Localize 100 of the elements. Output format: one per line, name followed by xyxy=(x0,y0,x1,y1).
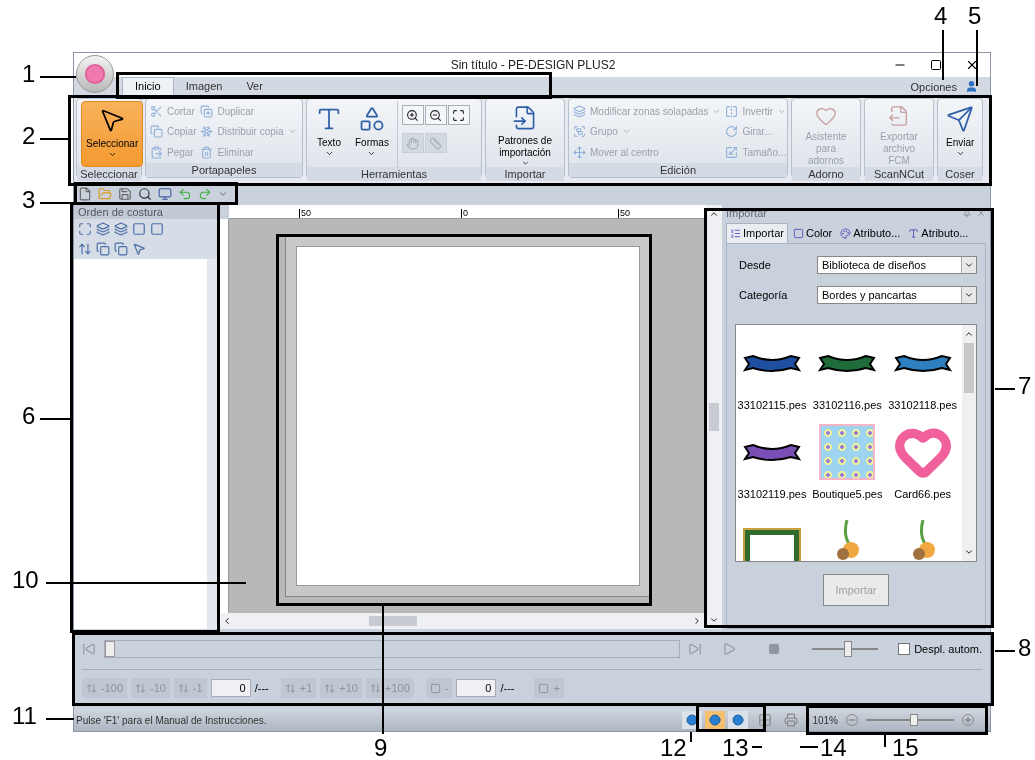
caret-icon xyxy=(107,150,117,159)
first-stitch-icon[interactable] xyxy=(82,642,96,656)
callout-number: 6 xyxy=(22,402,36,430)
panel-title: Orden de costura xyxy=(78,206,163,218)
stop-icon[interactable] xyxy=(768,643,781,655)
printer-icon[interactable] xyxy=(784,713,799,727)
scroll-right-icon[interactable] xyxy=(692,616,702,626)
tool-button[interactable] xyxy=(424,105,447,125)
options-button[interactable]: Opciones xyxy=(902,78,965,95)
grid-icon[interactable] xyxy=(758,713,773,727)
callout-number: 11 xyxy=(12,702,37,730)
scroll-down-icon[interactable] xyxy=(709,615,719,625)
file-name: Boutique5.pes xyxy=(812,486,883,502)
screen-icon[interactable] xyxy=(158,187,172,201)
maximize-icon[interactable] xyxy=(930,59,942,71)
toolbar-icon[interactable] xyxy=(114,222,128,236)
scroll-thumb[interactable] xyxy=(709,403,719,431)
ribbon-button[interactable]: Texto xyxy=(311,101,347,167)
panel-tab[interactable]: Atributo... xyxy=(905,223,972,243)
close-icon[interactable] xyxy=(976,208,986,218)
group-icon xyxy=(573,125,586,139)
scroll-up-icon[interactable] xyxy=(709,209,719,219)
speed-thumb[interactable] xyxy=(844,641,853,657)
scroll-up-icon[interactable] xyxy=(964,329,974,339)
callout-number: 1 xyxy=(22,60,36,88)
toolbar-icon[interactable] xyxy=(96,242,110,256)
pin-icon[interactable] xyxy=(962,208,972,218)
leader-line xyxy=(40,76,76,78)
ribbon-button[interactable]: Seleccionar xyxy=(81,101,144,167)
ruler-label: 0 xyxy=(461,209,469,218)
toolbar-icon[interactable] xyxy=(78,242,92,256)
group-title: Portapapeles xyxy=(146,163,302,177)
rotate-icon xyxy=(725,125,739,139)
dropdown[interactable]: Bordes y pancartas xyxy=(817,286,977,304)
callout-number: 12 xyxy=(660,734,687,760)
callout-number: 7 xyxy=(1018,372,1032,400)
leader-line xyxy=(976,30,978,86)
group-title: ScanNCut xyxy=(865,167,933,181)
play-icon[interactable] xyxy=(722,642,737,656)
tool-button[interactable] xyxy=(447,105,470,125)
caret-icon xyxy=(964,290,974,300)
gallery-scrollbar[interactable] xyxy=(962,325,976,561)
save-icon[interactable] xyxy=(118,187,132,201)
close-icon[interactable] xyxy=(965,58,979,72)
toolbar-icon[interactable] xyxy=(96,222,110,236)
circle-icon xyxy=(686,714,699,726)
panel-tab[interactable]: Importar xyxy=(726,223,788,243)
ribbon-tab[interactable]: Ver xyxy=(234,77,275,95)
tool-button[interactable] xyxy=(401,105,424,125)
field-label: Categoría xyxy=(738,287,789,303)
leader-line xyxy=(46,718,74,720)
scroll-left-icon[interactable] xyxy=(222,616,232,626)
last-stitch-icon[interactable] xyxy=(688,642,703,656)
toolbar-icon[interactable] xyxy=(132,242,146,256)
checkbox[interactable] xyxy=(898,643,911,655)
ruler-label: 50 xyxy=(618,209,631,218)
undo-icon[interactable] xyxy=(178,187,192,201)
horizontal-scrollbar[interactable] xyxy=(218,613,706,629)
ribbon-tab[interactable]: Inicio xyxy=(122,77,174,95)
toolbar-icon[interactable] xyxy=(78,222,92,236)
ribbon-button[interactable]: Patrones de importación xyxy=(490,101,560,167)
caret-icon xyxy=(955,149,965,158)
caret-icon[interactable] xyxy=(218,189,228,199)
panel-tab[interactable]: Color xyxy=(789,223,836,243)
flip-icon xyxy=(725,104,739,118)
stitch-field[interactable]: 0 xyxy=(456,679,497,697)
stitch-total: /--- xyxy=(254,680,269,696)
scroll-thumb[interactable] xyxy=(964,343,974,393)
ribbon-tab[interactable]: Imagen xyxy=(173,77,235,95)
scroll-down-icon[interactable] xyxy=(964,547,974,557)
scissors-icon xyxy=(150,104,163,118)
user-icon[interactable] xyxy=(965,80,978,93)
file-name: 33102118.pes xyxy=(888,398,958,413)
zoom-thumb[interactable] xyxy=(910,714,919,726)
panel-scrollbar[interactable] xyxy=(207,259,217,629)
file-name: Card66.pes xyxy=(894,486,952,502)
ribbon-button[interactable]: Formas xyxy=(351,101,393,167)
panel-tab[interactable]: Atributo... xyxy=(837,223,904,243)
new-file-icon[interactable] xyxy=(78,187,92,201)
stitch-field[interactable]: 0 xyxy=(210,679,251,697)
dropdown[interactable]: Biblioteca de diseños xyxy=(817,256,977,274)
ruler-label: 50 xyxy=(299,209,311,218)
progress-thumb[interactable] xyxy=(105,641,115,657)
callout-number: 13 xyxy=(722,734,749,760)
banner-drawing xyxy=(818,352,877,374)
leader-line xyxy=(884,735,886,747)
toolbar-icon[interactable] xyxy=(132,222,146,236)
redo-icon[interactable] xyxy=(198,187,212,201)
app-menu-button[interactable] xyxy=(76,55,114,93)
ribbon-button[interactable]: Enviar xyxy=(942,101,979,167)
leader-line xyxy=(40,418,72,420)
toolbar-icon[interactable] xyxy=(114,242,128,256)
window-title: Sin título - PE-DESIGN PLUS2 xyxy=(449,57,617,74)
search-icon[interactable] xyxy=(138,187,152,201)
zoom-in-icon[interactable] xyxy=(962,714,974,726)
move-icon xyxy=(573,145,586,159)
caret-icon xyxy=(964,260,974,270)
toolbar-icon[interactable] xyxy=(150,222,164,236)
progress-track[interactable] xyxy=(104,640,681,658)
scroll-thumb[interactable] xyxy=(369,616,418,626)
